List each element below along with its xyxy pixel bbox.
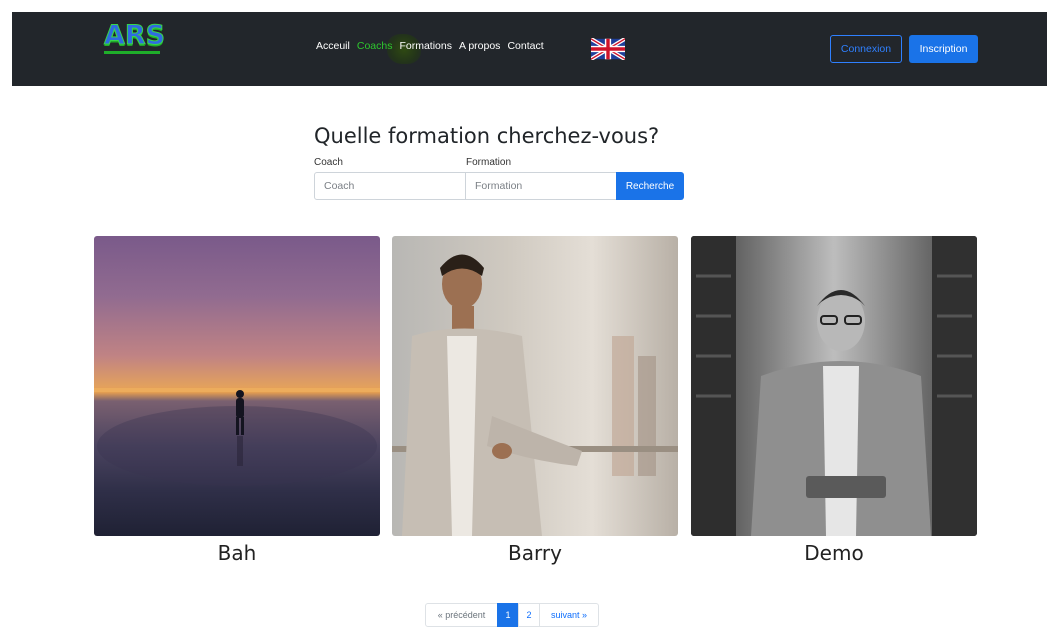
site-logo[interactable]: ARS [103,22,165,50]
coach-photo[interactable] [691,236,977,536]
signup-button[interactable]: Inscription [909,35,978,63]
coach-card[interactable]: Demo [691,236,977,565]
pagination-next[interactable]: suivant » [539,603,599,627]
pagination: « précédent 1 2 suivant » [425,603,599,627]
coach-name[interactable]: Bah [94,541,380,565]
formation-label: Formation [466,157,512,168]
nav-link-a-propos[interactable]: A propos [459,40,500,52]
uk-flag-icon[interactable] [591,38,625,60]
coach-photo[interactable] [392,236,678,536]
coach-name[interactable]: Barry [392,541,678,565]
main-nav: Acceuil Coachs Formations A propos Conta… [316,40,544,52]
search-button[interactable]: Recherche [616,172,684,200]
nav-link-coachs[interactable]: Coachs [357,40,393,52]
coach-label: Coach [314,157,343,168]
nav-link-acceuil[interactable]: Acceuil [316,40,350,52]
coach-card[interactable]: Bah [94,236,380,565]
pagination-page-2[interactable]: 2 [518,603,540,627]
logo-underline [104,51,160,54]
nav-link-contact[interactable]: Contact [507,40,543,52]
login-button[interactable]: Connexion [830,35,902,63]
coach-card[interactable]: Barry [392,236,678,565]
nav-link-formations[interactable]: Formations [399,40,452,52]
pagination-previous[interactable]: « précédent [425,603,498,627]
coach-name[interactable]: Demo [691,541,977,565]
coach-search-input[interactable] [314,172,466,200]
search-title: Quelle formation cherchez-vous? [314,124,660,148]
formation-search-input[interactable] [465,172,617,200]
coach-photo[interactable] [94,236,380,536]
pagination-page-1[interactable]: 1 [497,603,519,627]
